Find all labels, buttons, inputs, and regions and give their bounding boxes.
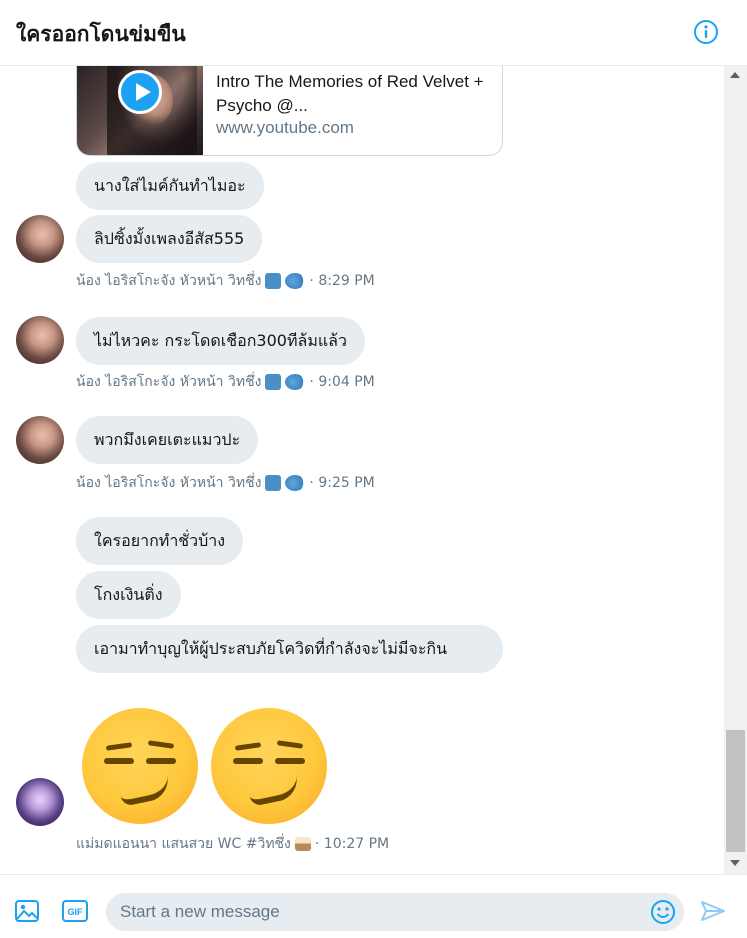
sender-name[interactable]: น้อง ไอริสโกะจัง หัวหน้า วิทชึ่ง <box>76 371 261 393</box>
message-input[interactable] <box>120 901 640 923</box>
droplets-emoji-icon <box>285 475 306 491</box>
message-meta: แม่มดแอนนา แสนสวย WC #วิทชึ่ง · 10:27 PM <box>76 833 389 855</box>
avatar[interactable] <box>16 778 64 826</box>
sender-name[interactable]: น้อง ไอริสโกะจัง หัวหน้า วิทชึ่ง <box>76 270 261 292</box>
droplets-emoji-icon <box>285 374 306 390</box>
droplets-emoji-icon <box>285 273 306 289</box>
smirking-face-icon[interactable] <box>211 708 327 824</box>
link-url[interactable]: www.youtube.com <box>216 118 354 138</box>
scroll-up-icon[interactable] <box>730 72 740 78</box>
message-bubble[interactable]: พวกมึงเคยเตะแมวปะ <box>76 416 259 464</box>
smirking-face-icon[interactable] <box>82 708 198 824</box>
timestamp: · 8:29 PM <box>309 273 375 289</box>
message-meta: น้อง ไอริสโกะจัง หัวหน้า วิทชึ่ง · 8:29 … <box>76 270 375 292</box>
message-bubble[interactable]: ไม่ไหวคะ กระโดดเชือก300ทีล้มแล้ว <box>76 317 365 365</box>
message-bubble[interactable]: เอามาทำบุญให้ผู้ประสบภัยโควิดที่กำลังจะไ… <box>76 625 503 673</box>
cat-emoji-icon <box>265 374 282 390</box>
message-bubble[interactable]: ใครอยากทำชั่วบ้าง <box>76 517 244 565</box>
timestamp: · 9:04 PM <box>309 374 375 390</box>
avatar[interactable] <box>16 215 64 263</box>
scrollbar-thumb[interactable] <box>726 730 745 852</box>
avatar[interactable] <box>16 416 64 464</box>
gif-label: GIF <box>68 907 84 917</box>
message-bubble[interactable]: โกงเงินติ่ง <box>76 571 181 619</box>
gif-icon[interactable]: GIF <box>62 899 88 923</box>
conversation-title: ใครออกโดนข่มขืน <box>16 22 186 46</box>
message-list[interactable]: Intro The Memories of Red Velvet + Psych… <box>0 66 724 874</box>
play-icon[interactable] <box>118 70 162 114</box>
conversation-header: ใครออกโดนข่มขืน <box>0 0 747 66</box>
sender-name[interactable]: น้อง ไอริสโกะจัง หัวหน้า วิทชึ่ง <box>76 472 261 494</box>
message-meta: น้อง ไอริสโกะจัง หัวหน้า วิทชึ่ง · 9:04 … <box>76 371 375 393</box>
message-bubble[interactable]: นางใส่ไมค์กันทำไมอะ <box>76 162 264 210</box>
emoji-icon[interactable] <box>650 899 676 925</box>
link-title[interactable]: Intro The Memories of Red Velvet + Psych… <box>216 70 486 118</box>
cake-emoji-icon <box>294 837 311 851</box>
send-icon[interactable] <box>700 899 726 923</box>
image-icon[interactable] <box>14 899 40 923</box>
avatar[interactable] <box>16 316 64 364</box>
scrollbar[interactable] <box>724 66 747 874</box>
timestamp: · 9:25 PM <box>309 475 375 491</box>
video-thumbnail[interactable] <box>77 66 203 155</box>
link-preview-card[interactable]: Intro The Memories of Red Velvet + Psych… <box>76 66 503 156</box>
message-bubble[interactable]: ลิปซิ้งมั้งเพลงอีสัส555 <box>76 215 263 263</box>
info-icon[interactable] <box>693 19 719 45</box>
cat-emoji-icon <box>265 475 282 491</box>
timestamp: · 10:27 PM <box>314 836 390 852</box>
sender-name[interactable]: แม่มดแอนนา แสนสวย WC #วิทชึ่ง <box>76 833 291 855</box>
message-input-container[interactable] <box>106 893 684 931</box>
message-meta: น้อง ไอริสโกะจัง หัวหน้า วิทชึ่ง · 9:25 … <box>76 472 375 494</box>
message-composer: GIF <box>0 874 747 938</box>
scroll-down-icon[interactable] <box>730 860 740 866</box>
cat-emoji-icon <box>265 273 282 289</box>
